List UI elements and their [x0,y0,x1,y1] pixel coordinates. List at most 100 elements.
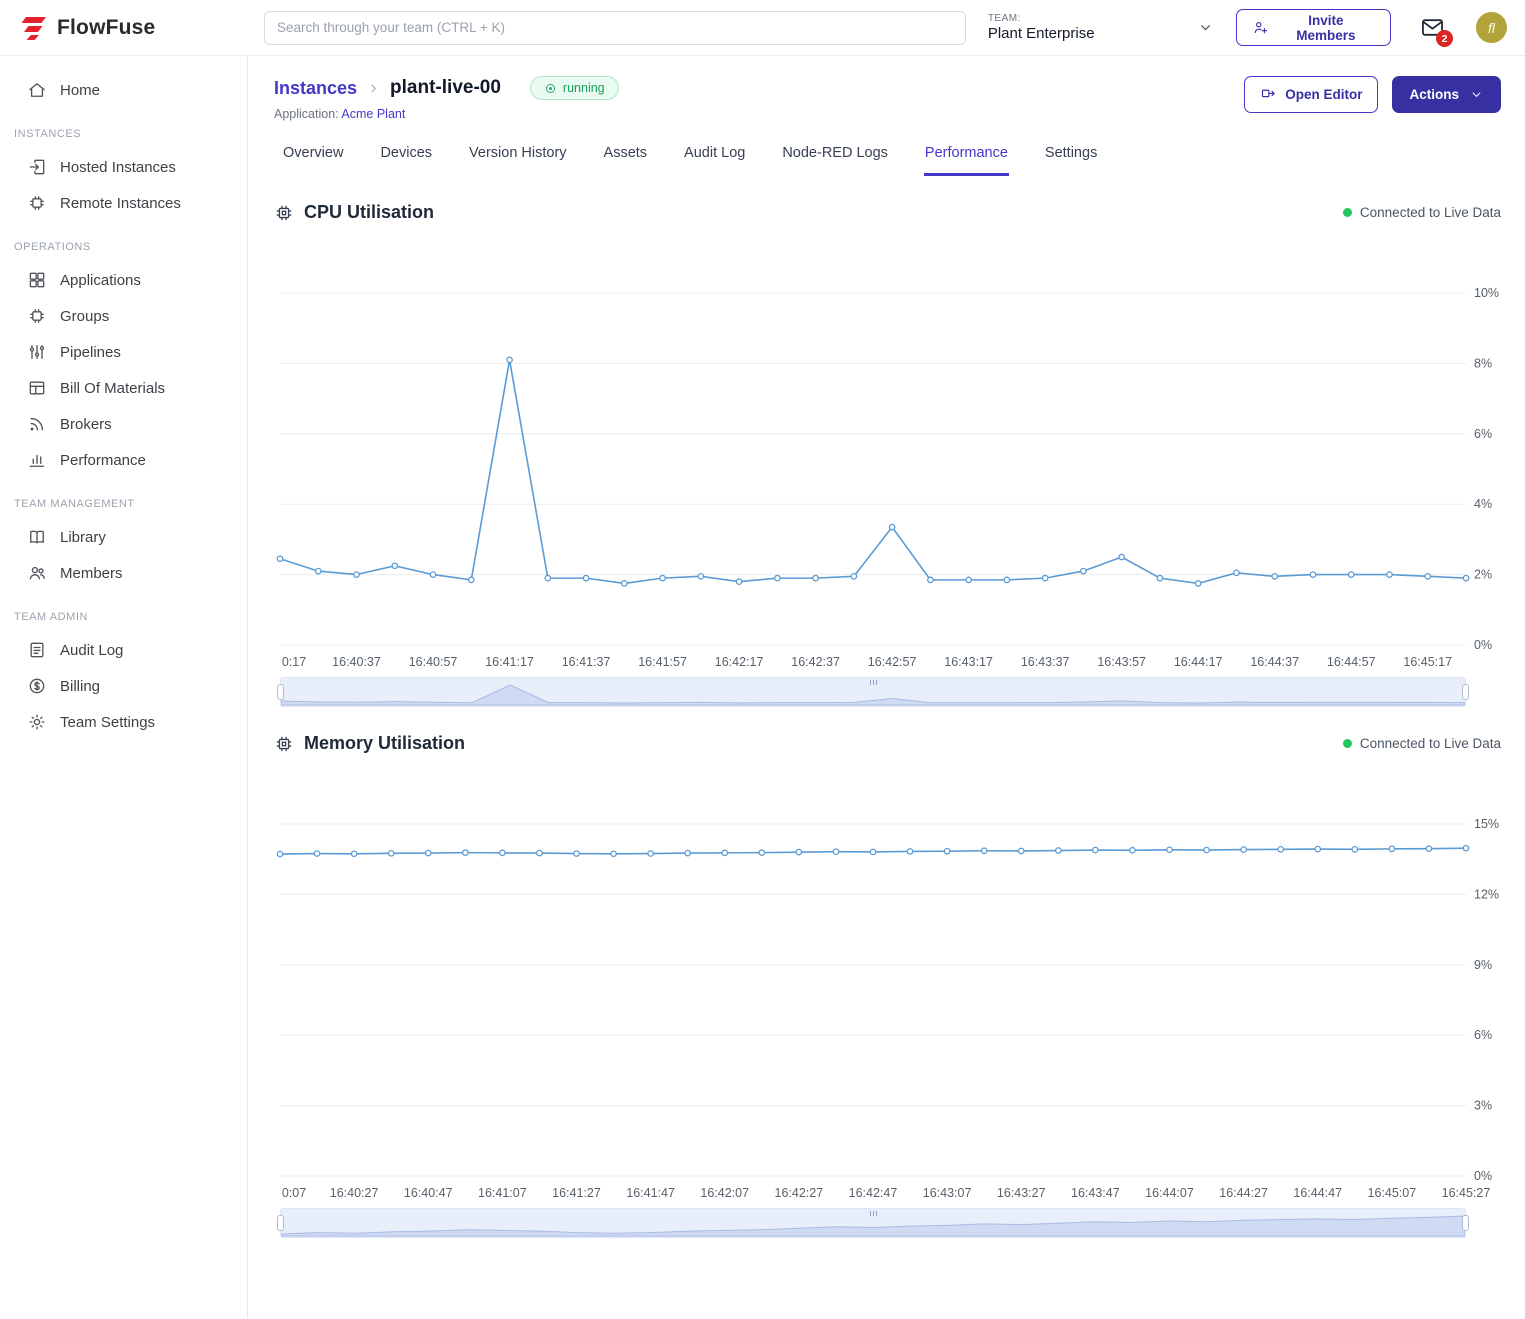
svg-text:16:42:27: 16:42:27 [775,1186,824,1200]
sidebar-item-applications[interactable]: Applications [0,262,247,298]
sidebar-item-team-settings[interactable]: Team Settings [0,704,247,740]
svg-text:0:17: 0:17 [282,655,306,669]
avatar[interactable]: fl [1476,12,1507,43]
svg-text:15%: 15% [1474,817,1499,831]
tab-version-history[interactable]: Version History [468,141,568,176]
application-link[interactable]: Acme Plant [341,107,405,121]
svg-text:16:40:57: 16:40:57 [409,655,458,669]
groups-icon [27,306,47,326]
application-label: Application: [274,107,339,121]
svg-text:16:44:47: 16:44:47 [1293,1186,1342,1200]
status-badge: running [530,76,619,100]
sidebar-item-pipelines[interactable]: Pipelines [0,334,247,370]
sidebar-item-performance[interactable]: Performance [0,442,247,478]
breadcrumb: Instances plant-live-00 running [274,76,619,100]
memory-live-status-label: Connected to Live Data [1360,736,1501,751]
svg-text:16:42:47: 16:42:47 [849,1186,898,1200]
tab-performance[interactable]: Performance [924,141,1009,176]
application-line: Application: Acme Plant [274,107,619,121]
tab-node-red-logs[interactable]: Node-RED Logs [781,141,889,176]
tab-audit-log[interactable]: Audit Log [683,141,746,176]
sidebar-section-operations: OPERATIONS [0,221,247,262]
sidebar-item-brokers[interactable]: Brokers [0,406,247,442]
tabs: Overview Devices Version History Assets Audi… [274,141,1501,176]
breadcrumb-instances-link[interactable]: Instances [274,78,357,99]
sidebar-section-team-admin: TEAM ADMIN [0,591,247,632]
tab-overview[interactable]: Overview [282,141,344,176]
chevron-down-icon [1469,87,1484,102]
brush-grip[interactable] [873,1211,874,1216]
brush-handle-right[interactable] [1462,1215,1469,1231]
sidebar-section-team-management: TEAM MANAGEMENT [0,478,247,519]
brokers-icon [27,414,47,434]
open-editor-button[interactable]: Open Editor [1244,76,1378,113]
sidebar-item-remote-instances[interactable]: Remote Instances [0,185,247,221]
brush-grip[interactable] [873,680,874,685]
live-dot-icon [1343,739,1352,748]
svg-text:12%: 12% [1474,887,1499,901]
chevron-right-icon [366,81,381,96]
sidebar-item-library[interactable]: Library [0,519,247,555]
sidebar-item-label: Home [60,82,100,99]
brush-handle-left[interactable] [277,684,284,700]
cpu-live-status: Connected to Live Data [1343,205,1501,220]
tab-settings[interactable]: Settings [1044,141,1098,176]
brush-handle-left[interactable] [277,1215,284,1231]
billing-icon [27,676,47,696]
library-icon [27,527,47,547]
svg-text:9%: 9% [1474,958,1492,972]
svg-text:16:43:57: 16:43:57 [1097,655,1146,669]
svg-text:16:41:07: 16:41:07 [478,1186,527,1200]
svg-text:16:43:27: 16:43:27 [997,1186,1046,1200]
svg-text:16:42:07: 16:42:07 [700,1186,749,1200]
tab-assets[interactable]: Assets [603,141,649,176]
main-content: Instances plant-live-00 running Applicat… [248,56,1525,1318]
sidebar-item-bill-of-materials[interactable]: Bill Of Materials [0,370,247,406]
svg-text:16:43:17: 16:43:17 [944,655,993,669]
svg-text:16:43:47: 16:43:47 [1071,1186,1120,1200]
memory-chart-plot: 0%3%6%9%12%15%0:0716:40:2716:40:4716:41:… [274,754,1501,1204]
sidebar-item-label: Team Settings [60,714,155,731]
brush-handle-right[interactable] [1462,684,1469,700]
sidebar-section-instances: INSTANCES [0,108,247,149]
bom-icon [27,378,47,398]
open-editor-label: Open Editor [1285,87,1362,102]
actions-button[interactable]: Actions [1392,76,1501,113]
svg-text:0%: 0% [1474,638,1492,652]
sidebar-item-members[interactable]: Members [0,555,247,591]
svg-text:16:41:57: 16:41:57 [638,655,687,669]
tab-devices[interactable]: Devices [379,141,433,176]
svg-text:16:44:57: 16:44:57 [1327,655,1376,669]
cpu-icon [274,203,294,223]
notifications-button[interactable]: 2 [1419,14,1446,41]
cpu-live-status-label: Connected to Live Data [1360,205,1501,220]
svg-text:16:44:27: 16:44:27 [1219,1186,1268,1200]
live-dot-icon [1343,208,1352,217]
sidebar-item-groups[interactable]: Groups [0,298,247,334]
svg-text:16:44:37: 16:44:37 [1250,655,1299,669]
sidebar-item-label: Library [60,529,106,546]
brand-name: FlowFuse [57,16,155,40]
page-title: plant-live-00 [390,77,501,99]
notification-badge: 2 [1436,30,1453,47]
actions-label: Actions [1409,87,1459,102]
cpu-chart-brush[interactable] [280,677,1466,707]
sidebar-item-label: Performance [60,452,146,469]
memory-icon [274,734,294,754]
cpu-chart-section: CPU Utilisation Connected to Live Data 0… [274,202,1501,707]
sidebar-item-home[interactable]: Home [0,72,247,108]
svg-text:16:41:47: 16:41:47 [626,1186,675,1200]
search-input[interactable] [264,11,966,45]
sidebar-item-hosted-instances[interactable]: Hosted Instances [0,149,247,185]
sidebar-item-audit-log[interactable]: Audit Log [0,632,247,668]
sidebar: Home INSTANCESHosted InstancesRemote Inst… [0,56,248,1318]
sidebar-item-label: Bill Of Materials [60,380,165,397]
flowfuse-logo[interactable]: FlowFuse [20,15,248,41]
invite-members-button[interactable]: Invite Members [1236,9,1391,46]
svg-text:16:41:27: 16:41:27 [552,1186,601,1200]
sidebar-item-billing[interactable]: Billing [0,668,247,704]
team-selector[interactable]: TEAM: Plant Enterprise [982,9,1220,46]
svg-text:10%: 10% [1474,286,1499,300]
svg-text:16:41:17: 16:41:17 [485,655,534,669]
memory-chart-brush[interactable] [280,1208,1466,1238]
